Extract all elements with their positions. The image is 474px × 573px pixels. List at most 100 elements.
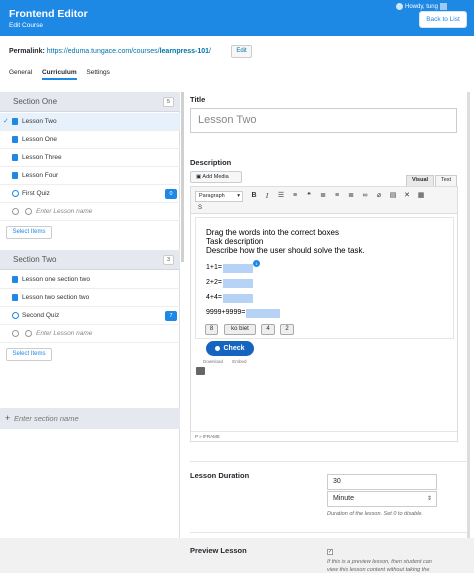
item-type-radio[interactable] xyxy=(25,330,32,337)
curriculum-item-label: Second Quiz xyxy=(22,312,60,319)
drop-zone-1[interactable] xyxy=(223,264,253,273)
permalink-url[interactable]: https://eduma.tungace.com/courses/ xyxy=(47,48,160,55)
check-button[interactable]: Check xyxy=(206,341,254,356)
clock-icon xyxy=(12,330,19,337)
duration-unit-value: Minute xyxy=(333,495,355,502)
add-section-input[interactable]: Enter section name xyxy=(14,414,79,423)
download-link[interactable]: Download xyxy=(203,359,223,364)
unlink-icon[interactable]: ⌀ xyxy=(374,191,384,201)
more-tag-icon[interactable]: ▤ xyxy=(388,191,398,201)
lesson-icon xyxy=(12,154,18,161)
item-type-radio[interactable] xyxy=(25,208,32,215)
blockquote-icon[interactable]: ❝ xyxy=(304,191,314,201)
duration-hint: Duration of the lesson. Set 0 to disable… xyxy=(327,511,424,517)
question-count-badge: 7 xyxy=(165,311,177,321)
section-name: Section One xyxy=(13,97,58,106)
back-to-list-button[interactable]: Back to List xyxy=(419,11,467,28)
link-icon[interactable]: ∞ xyxy=(360,191,370,201)
tab-curriculum[interactable]: Curriculum xyxy=(41,69,77,80)
select-items-button[interactable]: Select Items xyxy=(6,348,52,361)
new-lesson-input[interactable]: Enter Lesson name xyxy=(36,208,92,215)
wysiwyg-editor: Paragraph ▾ B I ☰ ≡ ❝ ≣ ≡ ≣ ∞ ⌀ ▤ ✕ ▦ S … xyxy=(190,186,458,442)
editor-status-bar: P » IFRAME xyxy=(191,431,457,441)
lesson-icon xyxy=(12,276,18,283)
tab-text[interactable]: Text xyxy=(435,175,457,186)
quiz-clock-icon xyxy=(12,190,19,197)
divider xyxy=(190,532,468,533)
user-menu[interactable]: Howdy, tung xyxy=(396,3,447,10)
select-items-button[interactable]: Select Items xyxy=(6,226,52,239)
duration-unit-select[interactable]: Minute ⇕ xyxy=(327,491,437,507)
lesson-icon xyxy=(12,118,18,125)
drop-zone-4[interactable] xyxy=(246,309,280,318)
new-lesson-input[interactable]: Enter Lesson name xyxy=(36,330,92,337)
lesson-icon xyxy=(12,294,18,301)
tab-settings[interactable]: Settings xyxy=(86,69,110,76)
curriculum-item[interactable]: Lesson One xyxy=(0,131,180,149)
preview-checkbox[interactable]: ✓ xyxy=(327,549,333,555)
toolbar-toggle-icon[interactable]: ▦ xyxy=(416,191,426,201)
equation-3: 4+4= xyxy=(206,294,222,301)
check-icon: ✓ xyxy=(3,118,9,125)
align-center-icon[interactable]: ≡ xyxy=(332,191,342,201)
add-section-row[interactable]: + Enter section name xyxy=(0,408,180,429)
curriculum-item-label: Lesson Four xyxy=(22,172,59,179)
numbered-list-icon[interactable]: ≡ xyxy=(290,191,300,201)
curriculum-item[interactable]: Lesson one section two xyxy=(0,271,180,289)
align-left-icon[interactable]: ≣ xyxy=(318,191,328,201)
task-line-1: Drag the words into the correct boxes xyxy=(206,228,339,237)
edit-permalink-button[interactable]: Edit xyxy=(231,45,252,58)
lesson-icon xyxy=(12,136,18,143)
lesson-icon xyxy=(12,172,18,179)
sidebar-scrollbar[interactable] xyxy=(181,92,184,262)
curriculum-item[interactable]: Lesson two section two xyxy=(0,289,180,307)
new-item-row: Enter Lesson name xyxy=(0,203,180,221)
clock-icon xyxy=(12,208,19,215)
image-icon[interactable] xyxy=(196,367,205,375)
drag-word[interactable]: 2 xyxy=(280,324,294,335)
drag-word[interactable]: ko biet xyxy=(224,324,256,335)
curriculum-item[interactable]: Second Quiz 7 xyxy=(0,307,180,325)
course-tabs: General Curriculum Settings xyxy=(9,69,118,80)
section-count-badge: 3 xyxy=(163,255,174,265)
italic-icon[interactable]: I xyxy=(262,191,272,201)
title-label: Title xyxy=(190,95,206,104)
drag-word[interactable]: 4 xyxy=(261,324,275,335)
drop-zone-2[interactable] xyxy=(223,279,253,288)
gear-icon[interactable] xyxy=(396,3,403,10)
plus-icon: + xyxy=(5,413,11,423)
bullet-list-icon[interactable]: ☰ xyxy=(276,191,286,201)
drop-zone-3[interactable] xyxy=(223,294,253,303)
bold-icon[interactable]: B xyxy=(249,191,259,201)
permalink-slug[interactable]: learnpress-101 xyxy=(160,48,209,55)
format-select[interactable]: Paragraph ▾ xyxy=(195,191,243,202)
editor-toolbar: Paragraph ▾ B I ☰ ≡ ❝ ≣ ≡ ≣ ∞ ⌀ ▤ ✕ ▦ S xyxy=(191,187,457,214)
section-header-one[interactable]: Section One 5 xyxy=(0,92,180,112)
curriculum-item-label: Lesson Two xyxy=(22,118,57,125)
embed-link[interactable]: Embed xyxy=(232,359,246,364)
title-input[interactable]: Lesson Two xyxy=(190,108,457,133)
strikethrough-icon[interactable]: S xyxy=(195,204,205,213)
add-media-button[interactable]: ▣ Add Media xyxy=(190,171,242,183)
app-subtitle: Edit Course xyxy=(9,22,43,29)
curriculum-item[interactable]: Lesson Four xyxy=(0,167,180,185)
main-scrollbar[interactable] xyxy=(467,92,470,538)
duration-label: Lesson Duration xyxy=(190,471,250,480)
equation-4: 9999+9999= xyxy=(206,309,246,316)
drop-count-badge: 1 xyxy=(253,260,260,267)
curriculum-item[interactable]: Lesson Three xyxy=(0,149,180,167)
tab-general[interactable]: General xyxy=(9,69,32,76)
task-line-3: Describe how the user should solve the t… xyxy=(206,246,365,255)
drag-word[interactable]: 8 xyxy=(205,324,218,335)
permalink-label: Permalink: xyxy=(9,48,45,55)
section-header-two[interactable]: Section Two 3 xyxy=(0,250,180,270)
chevron-updown-icon: ⇕ xyxy=(426,496,432,502)
fullscreen-icon[interactable]: ✕ xyxy=(402,191,412,201)
curriculum-item[interactable]: ✓ Lesson Two xyxy=(0,113,180,131)
curriculum-item[interactable]: First Quiz 0 xyxy=(0,185,180,203)
equation-1: 1+1= xyxy=(206,264,222,271)
format-value: Paragraph xyxy=(199,193,225,199)
align-right-icon[interactable]: ≣ xyxy=(346,191,356,201)
tab-visual[interactable]: Visual xyxy=(406,175,434,186)
duration-input[interactable]: 30 xyxy=(327,474,437,490)
